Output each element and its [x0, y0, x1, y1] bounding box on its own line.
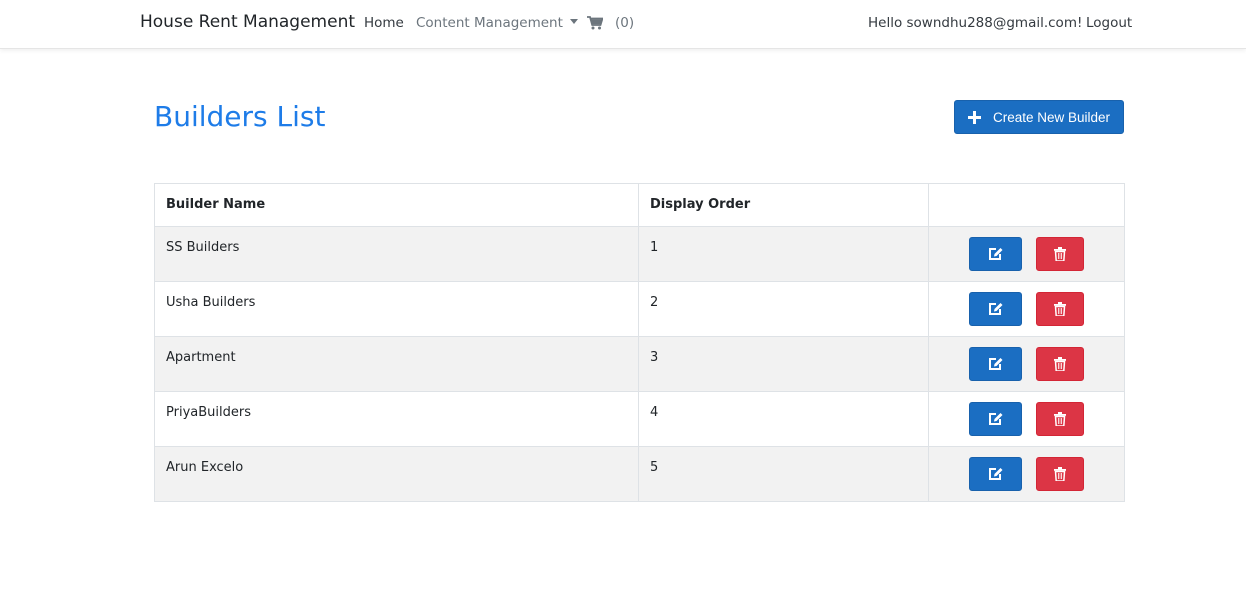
header-actions — [928, 183, 1125, 227]
builder-name-cell: Arun Excelo — [154, 446, 639, 502]
edit-icon — [988, 303, 1002, 315]
page-title: Builders List — [154, 100, 326, 133]
edit-icon — [988, 358, 1002, 370]
nav-content-management-dropdown[interactable]: Content Management — [416, 15, 578, 31]
edit-button[interactable] — [969, 237, 1022, 271]
table-row: SS Builders 1 — [154, 226, 1125, 282]
delete-button[interactable] — [1036, 292, 1084, 326]
table-row: Arun Excelo 5 — [154, 446, 1125, 502]
brand-link[interactable]: House Rent Management — [140, 12, 355, 32]
plus-icon — [967, 110, 981, 124]
edit-icon — [988, 468, 1002, 480]
trash-icon — [1054, 357, 1066, 371]
shopping-cart-icon — [587, 16, 603, 30]
display-order-cell: 3 — [638, 336, 929, 392]
edit-button[interactable] — [969, 292, 1022, 326]
display-order-cell: 5 — [638, 446, 929, 502]
trash-icon — [1054, 302, 1066, 316]
edit-button[interactable] — [969, 457, 1022, 491]
delete-button[interactable] — [1036, 457, 1084, 491]
logout-link[interactable]: Logout — [1086, 15, 1132, 31]
display-order-cell: 1 — [638, 226, 929, 282]
display-order-cell: 2 — [638, 281, 929, 337]
delete-button[interactable] — [1036, 347, 1084, 381]
table-header-row: Builder Name Display Order — [154, 183, 1125, 227]
create-new-builder-label: Create New Builder — [992, 109, 1111, 125]
edit-icon — [988, 413, 1002, 425]
cart-count: (0) — [615, 15, 635, 31]
display-order-cell: 4 — [638, 391, 929, 447]
builder-name-cell: PriyaBuilders — [154, 391, 639, 447]
table-row: PriyaBuilders 4 — [154, 391, 1125, 447]
trash-icon — [1054, 247, 1066, 261]
edit-button[interactable] — [969, 347, 1022, 381]
actions-cell — [928, 446, 1125, 502]
nav-content-management-label: Content Management — [416, 15, 563, 31]
top-navbar: House Rent Management Home Content Manag… — [0, 0, 1246, 49]
nav-home-link[interactable]: Home — [364, 15, 404, 31]
table-row: Apartment 3 — [154, 336, 1125, 392]
builder-name-cell: Apartment — [154, 336, 639, 392]
header-display-order: Display Order — [638, 183, 929, 227]
delete-button[interactable] — [1036, 237, 1084, 271]
actions-cell — [928, 336, 1125, 392]
edit-button[interactable] — [969, 402, 1022, 436]
builders-table: Builder Name Display Order SS Builders 1 — [154, 183, 1125, 502]
actions-cell — [928, 391, 1125, 447]
actions-cell — [928, 281, 1125, 337]
nav-cart-link[interactable]: (0) — [587, 15, 634, 31]
actions-cell — [928, 226, 1125, 282]
user-greeting[interactable]: Hello sowndhu288@gmail.com! — [868, 15, 1082, 31]
edit-icon — [988, 248, 1002, 260]
builder-name-cell: SS Builders — [154, 226, 639, 282]
create-new-builder-button[interactable]: Create New Builder — [954, 100, 1124, 134]
caret-down-icon — [569, 19, 578, 24]
table-row: Usha Builders 2 — [154, 281, 1125, 337]
delete-button[interactable] — [1036, 402, 1084, 436]
builders-table-container: Builder Name Display Order SS Builders 1 — [154, 183, 1125, 502]
header-builder-name: Builder Name — [154, 183, 639, 227]
trash-icon — [1054, 412, 1066, 426]
trash-icon — [1054, 467, 1066, 481]
builder-name-cell: Usha Builders — [154, 281, 639, 337]
